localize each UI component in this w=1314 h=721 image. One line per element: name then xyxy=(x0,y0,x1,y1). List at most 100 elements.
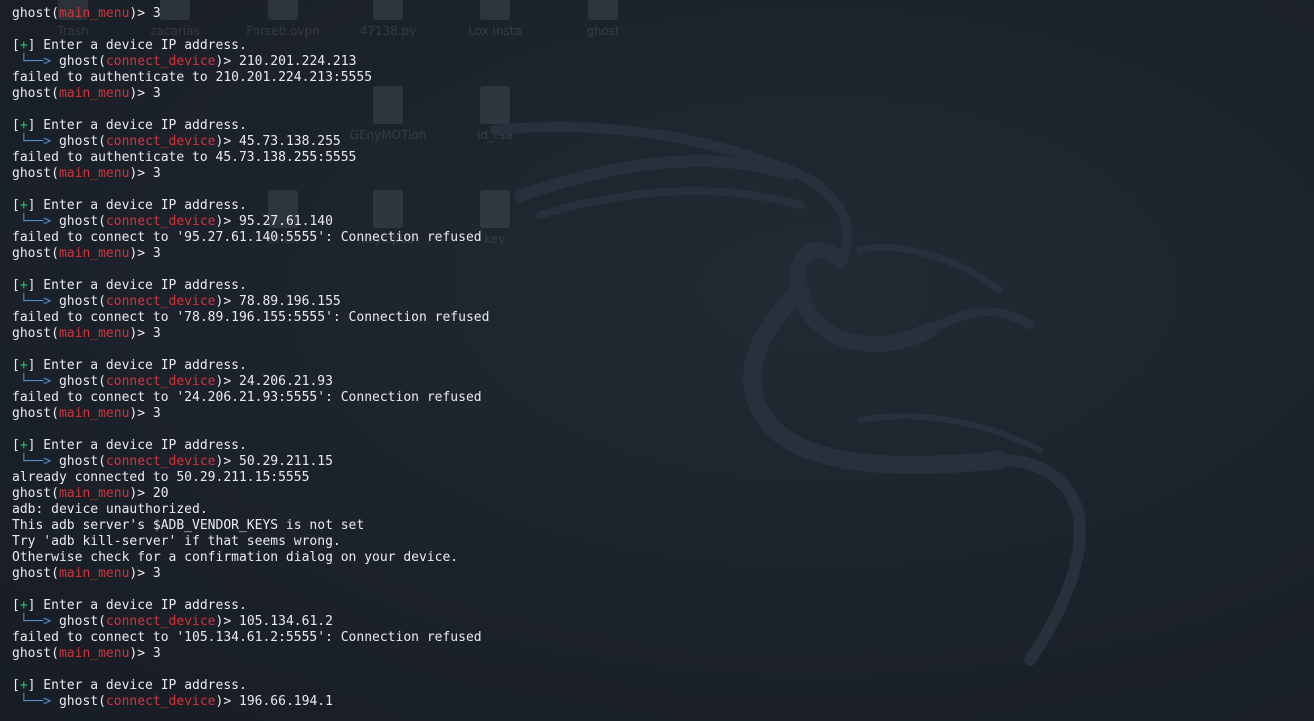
terminal-output-line: failed to connect to '95.27.61.140:5555'… xyxy=(12,230,482,245)
prompt-host: ghost xyxy=(12,486,52,501)
prompt-paren: ( xyxy=(51,86,59,101)
prompt-host: ghost xyxy=(58,374,99,389)
prompt-paren: ( xyxy=(51,486,59,501)
bracket-open: [ xyxy=(12,598,20,613)
prompt-context-main-menu: main_menu xyxy=(58,646,130,661)
plus-icon: + xyxy=(19,678,28,693)
prompt-suffix: > xyxy=(223,694,239,709)
plus-icon: + xyxy=(19,198,28,213)
terminal-window[interactable]: ghost(main_menu)> 3 [+] Enter a device IP… xyxy=(12,6,1302,718)
prompt-context-connect-device: connect_device xyxy=(105,454,216,469)
ip-address-value: 105.134.61.2 xyxy=(239,614,333,629)
prompt-paren: ( xyxy=(98,134,106,149)
main-menu-prompt-line: ghost(main_menu)> 3 xyxy=(12,6,1302,22)
prompt-paren: ( xyxy=(51,326,59,341)
enter-ip-message: Enter a device IP address. xyxy=(35,198,247,213)
prompt-context-connect-device: connect_device xyxy=(105,694,216,709)
prompt-context-connect-device: connect_device xyxy=(105,54,216,69)
prompt-suffix: > xyxy=(137,486,153,501)
prompt-host: ghost xyxy=(58,454,99,469)
prompt-suffix: > xyxy=(137,566,153,581)
connect-device-prompt-line: └──> ghost(connect_device)> 24.206.21.93 xyxy=(12,374,1302,390)
prompt-suffix: > xyxy=(137,86,153,101)
main-menu-prompt-line: ghost(main_menu)> 3 xyxy=(12,166,1302,182)
prompt-host: ghost xyxy=(12,246,52,261)
prompt-host: ghost xyxy=(58,694,99,709)
connect-device-prompt-line: └──> ghost(connect_device)> 210.201.224.… xyxy=(12,54,1302,70)
prompt-context-main-menu: main_menu xyxy=(58,166,130,181)
ip-address-value: 50.29.211.15 xyxy=(239,454,333,469)
ip-address-value: 196.66.194.1 xyxy=(239,694,333,709)
enter-ip-line: [+] Enter a device IP address. xyxy=(12,358,1302,374)
main-menu-prompt-line: ghost(main_menu)> 3 xyxy=(12,566,1302,582)
prompt-paren: ( xyxy=(98,374,106,389)
bracket-open: [ xyxy=(12,678,20,693)
ip-address-value: 95.27.61.140 xyxy=(239,214,333,229)
tree-arrow-icon: └──> xyxy=(12,294,59,309)
terminal-output-line: failed to connect to '105.134.61.2:5555'… xyxy=(12,630,482,645)
prompt-host: ghost xyxy=(12,566,52,581)
prompt-host: ghost xyxy=(12,406,52,421)
tree-arrow-icon: └──> xyxy=(12,374,59,389)
enter-ip-message: Enter a device IP address. xyxy=(35,438,247,453)
terminal-output-line: failed to connect to '78.89.196.155:5555… xyxy=(12,310,490,325)
plus-icon: + xyxy=(19,38,28,53)
plus-icon: + xyxy=(19,358,28,373)
tree-arrow-icon: └──> xyxy=(12,134,59,149)
prompt-paren: ( xyxy=(51,646,59,661)
tree-arrow-icon: └──> xyxy=(12,694,59,709)
terminal-output-line: failed to connect to '24.206.21.93:5555'… xyxy=(12,390,482,405)
main-menu-prompt-line: ghost(main_menu)> 3 xyxy=(12,406,1302,422)
connect-device-prompt-line: └──> ghost(connect_device)> 45.73.138.25… xyxy=(12,134,1302,150)
prompt-suffix: > xyxy=(223,374,239,389)
terminal-output-line: failed to authenticate to 45.73.138.255:… xyxy=(12,150,357,165)
enter-ip-message: Enter a device IP address. xyxy=(35,278,247,293)
prompt-host: ghost xyxy=(12,326,52,341)
prompt-context-connect-device: connect_device xyxy=(105,374,216,389)
terminal-output-line: Try 'adb kill-server' if that seems wron… xyxy=(12,534,341,549)
enter-ip-line: [+] Enter a device IP address. xyxy=(12,118,1302,134)
prompt-suffix: > xyxy=(223,214,239,229)
bracket-open: [ xyxy=(12,358,20,373)
prompt-paren: ( xyxy=(51,566,59,581)
enter-ip-line: [+] Enter a device IP address. xyxy=(12,438,1302,454)
prompt-host: ghost xyxy=(12,6,52,21)
prompt-context-connect-device: connect_device xyxy=(105,294,216,309)
enter-ip-line: [+] Enter a device IP address. xyxy=(12,38,1302,54)
ip-address-value: 24.206.21.93 xyxy=(239,374,333,389)
ip-address-value: 45.73.138.255 xyxy=(239,134,341,149)
prompt-input-value: 3 xyxy=(152,326,161,341)
prompt-paren: ( xyxy=(51,166,59,181)
bracket-open: [ xyxy=(12,438,20,453)
prompt-context-main-menu: main_menu xyxy=(58,566,130,581)
enter-ip-message: Enter a device IP address. xyxy=(35,118,247,133)
plus-icon: + xyxy=(19,438,28,453)
tree-arrow-icon: └──> xyxy=(12,614,59,629)
prompt-host: ghost xyxy=(58,214,99,229)
plus-icon: + xyxy=(19,278,28,293)
ip-address-value: 78.89.196.155 xyxy=(239,294,341,309)
prompt-suffix: > xyxy=(137,646,153,661)
enter-ip-message: Enter a device IP address. xyxy=(35,358,247,373)
connect-device-prompt-line: └──> ghost(connect_device)> 196.66.194.1 xyxy=(12,694,1302,710)
ip-address-value: 210.201.224.213 xyxy=(239,54,357,69)
prompt-suffix: > xyxy=(137,246,153,261)
enter-ip-message: Enter a device IP address. xyxy=(35,38,247,53)
prompt-input-value: 3 xyxy=(152,246,161,261)
prompt-suffix: > xyxy=(223,54,239,69)
terminal-output-line: This adb server's $ADB_VENDOR_KEYS is no… xyxy=(12,518,365,533)
connect-device-prompt-line: └──> ghost(connect_device)> 78.89.196.15… xyxy=(12,294,1302,310)
prompt-host: ghost xyxy=(12,86,52,101)
prompt-context-main-menu: main_menu xyxy=(58,406,130,421)
enter-ip-line: [+] Enter a device IP address. xyxy=(12,198,1302,214)
enter-ip-line: [+] Enter a device IP address. xyxy=(12,278,1302,294)
enter-ip-line: [+] Enter a device IP address. xyxy=(12,678,1302,694)
connect-device-prompt-line: └──> ghost(connect_device)> 105.134.61.2 xyxy=(12,614,1302,630)
prompt-suffix: > xyxy=(137,6,153,21)
prompt-context-connect-device: connect_device xyxy=(105,614,216,629)
prompt-input-value: 3 xyxy=(152,646,161,661)
